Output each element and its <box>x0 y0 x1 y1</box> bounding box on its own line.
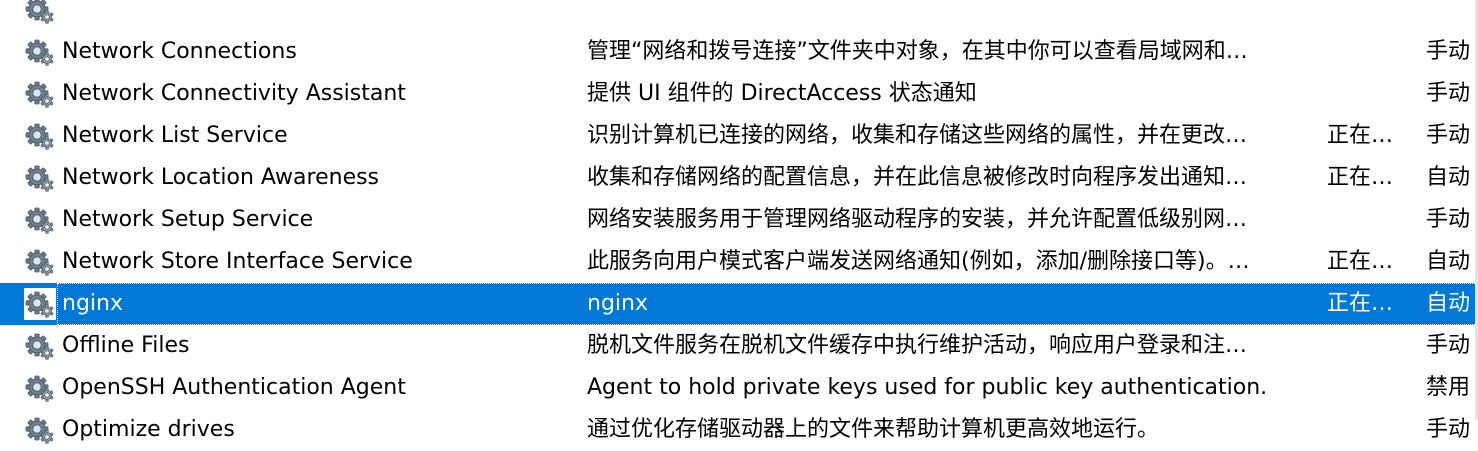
service-startup-type: 手动 <box>1426 81 1471 106</box>
gear-service-icon <box>24 372 56 404</box>
service-description: 收集和存储网络的配置信息，并在此信息被修改时向程序发出通知… <box>587 165 1248 190</box>
service-description: 识别计算机已连接的网络，收集和存储这些网络的属性，并在更改… <box>587 123 1248 148</box>
service-row[interactable]: Optimize drives 通过优化存储驱动器上的文件来帮助计算机更高效地运… <box>0 409 1478 451</box>
service-description: 网络安装服务用于管理网络驱动程序的安装，并允许配置低级别网… <box>587 207 1248 232</box>
service-name: Network Connections <box>62 39 297 64</box>
service-row[interactable]: OpenSSH Authentication Agent Agent to ho… <box>0 367 1478 409</box>
gear-service-icon <box>24 120 56 152</box>
service-status <box>1327 367 1413 409</box>
service-startup-type: 手动 <box>1426 39 1471 64</box>
service-startup-type: 自动 <box>1426 291 1471 316</box>
service-description: 管理“网络和拨号连接”文件夹中对象，在其中你可以查看局域网和… <box>587 39 1248 64</box>
service-startup-type: 自动 <box>1426 249 1471 274</box>
service-status <box>1327 199 1413 241</box>
service-startup-type: 手动 <box>1426 333 1471 358</box>
service-description: Agent to hold private keys used for publ… <box>587 375 1268 400</box>
service-name: Optimize drives <box>62 417 235 442</box>
service-status <box>1327 325 1413 367</box>
services-list[interactable]: Network Connections 管理“网络和拨号连接”文件夹中对象，在其… <box>0 0 1478 451</box>
service-name <box>62 0 572 31</box>
service-row[interactable]: nginx nginx 正在… 自动 <box>0 283 1478 325</box>
gear-service-icon <box>24 414 56 446</box>
service-description: 此服务向用户模式客户端发送网络通知(例如，添加/删除接口等)。… <box>587 249 1250 274</box>
gear-service-icon <box>24 246 56 278</box>
gear-service-icon <box>24 204 56 236</box>
service-name: Offline Files <box>62 333 190 358</box>
service-row[interactable] <box>0 0 1478 31</box>
service-name: nginx <box>62 291 123 316</box>
service-name: OpenSSH Authentication Agent <box>62 375 406 400</box>
gear-service-icon <box>24 330 56 362</box>
service-startup-type: 手动 <box>1426 207 1471 232</box>
service-startup-type: 手动 <box>1426 123 1471 148</box>
service-status <box>1327 409 1413 451</box>
service-name: Network Location Awareness <box>62 165 380 190</box>
service-description: nginx <box>587 291 648 316</box>
gear-service-icon <box>24 78 56 110</box>
service-row[interactable]: Network Connectivity Assistant 提供 UI 组件的… <box>0 73 1478 115</box>
gear-service-icon <box>24 162 56 194</box>
service-description: 提供 UI 组件的 DirectAccess 状态通知 <box>587 81 977 106</box>
service-startup-type: 自动 <box>1426 165 1471 190</box>
service-row[interactable]: Network Setup Service 网络安装服务用于管理网络驱动程序的安… <box>0 199 1478 241</box>
service-row[interactable]: Network List Service 识别计算机已连接的网络，收集和存储这些… <box>0 115 1478 157</box>
service-startup-type: 禁用 <box>1426 375 1471 400</box>
gear-service-icon <box>24 36 56 68</box>
service-startup-type <box>1426 0 1478 31</box>
gear-service-icon <box>24 288 56 320</box>
service-status <box>1327 0 1413 31</box>
service-description: 通过优化存储驱动器上的文件来帮助计算机更高效地运行。 <box>587 417 1160 442</box>
service-row[interactable]: Network Location Awareness 收集和存储网络的配置信息，… <box>0 157 1478 199</box>
service-name: Network List Service <box>62 123 288 148</box>
service-status <box>1327 31 1413 73</box>
service-name: Network Store Interface Service <box>62 249 413 274</box>
service-status: 正在… <box>1327 291 1394 316</box>
service-description <box>587 0 1312 31</box>
service-row[interactable]: Network Connections 管理“网络和拨号连接”文件夹中对象，在其… <box>0 31 1478 73</box>
service-row[interactable]: Offline Files 脱机文件服务在脱机文件缓存中执行维护活动，响应用户登… <box>0 325 1478 367</box>
service-status: 正在… <box>1327 123 1394 148</box>
service-description: 脱机文件服务在脱机文件缓存中执行维护活动，响应用户登录和注… <box>587 333 1248 358</box>
gear-service-icon <box>24 0 56 26</box>
service-status: 正在… <box>1327 165 1394 190</box>
service-status <box>1327 73 1413 115</box>
service-row[interactable]: Network Store Interface Service 此服务向用户模式… <box>0 241 1478 283</box>
service-name: Network Connectivity Assistant <box>62 81 406 106</box>
service-startup-type: 手动 <box>1426 417 1471 442</box>
service-status: 正在… <box>1327 249 1394 274</box>
service-name: Network Setup Service <box>62 207 314 232</box>
